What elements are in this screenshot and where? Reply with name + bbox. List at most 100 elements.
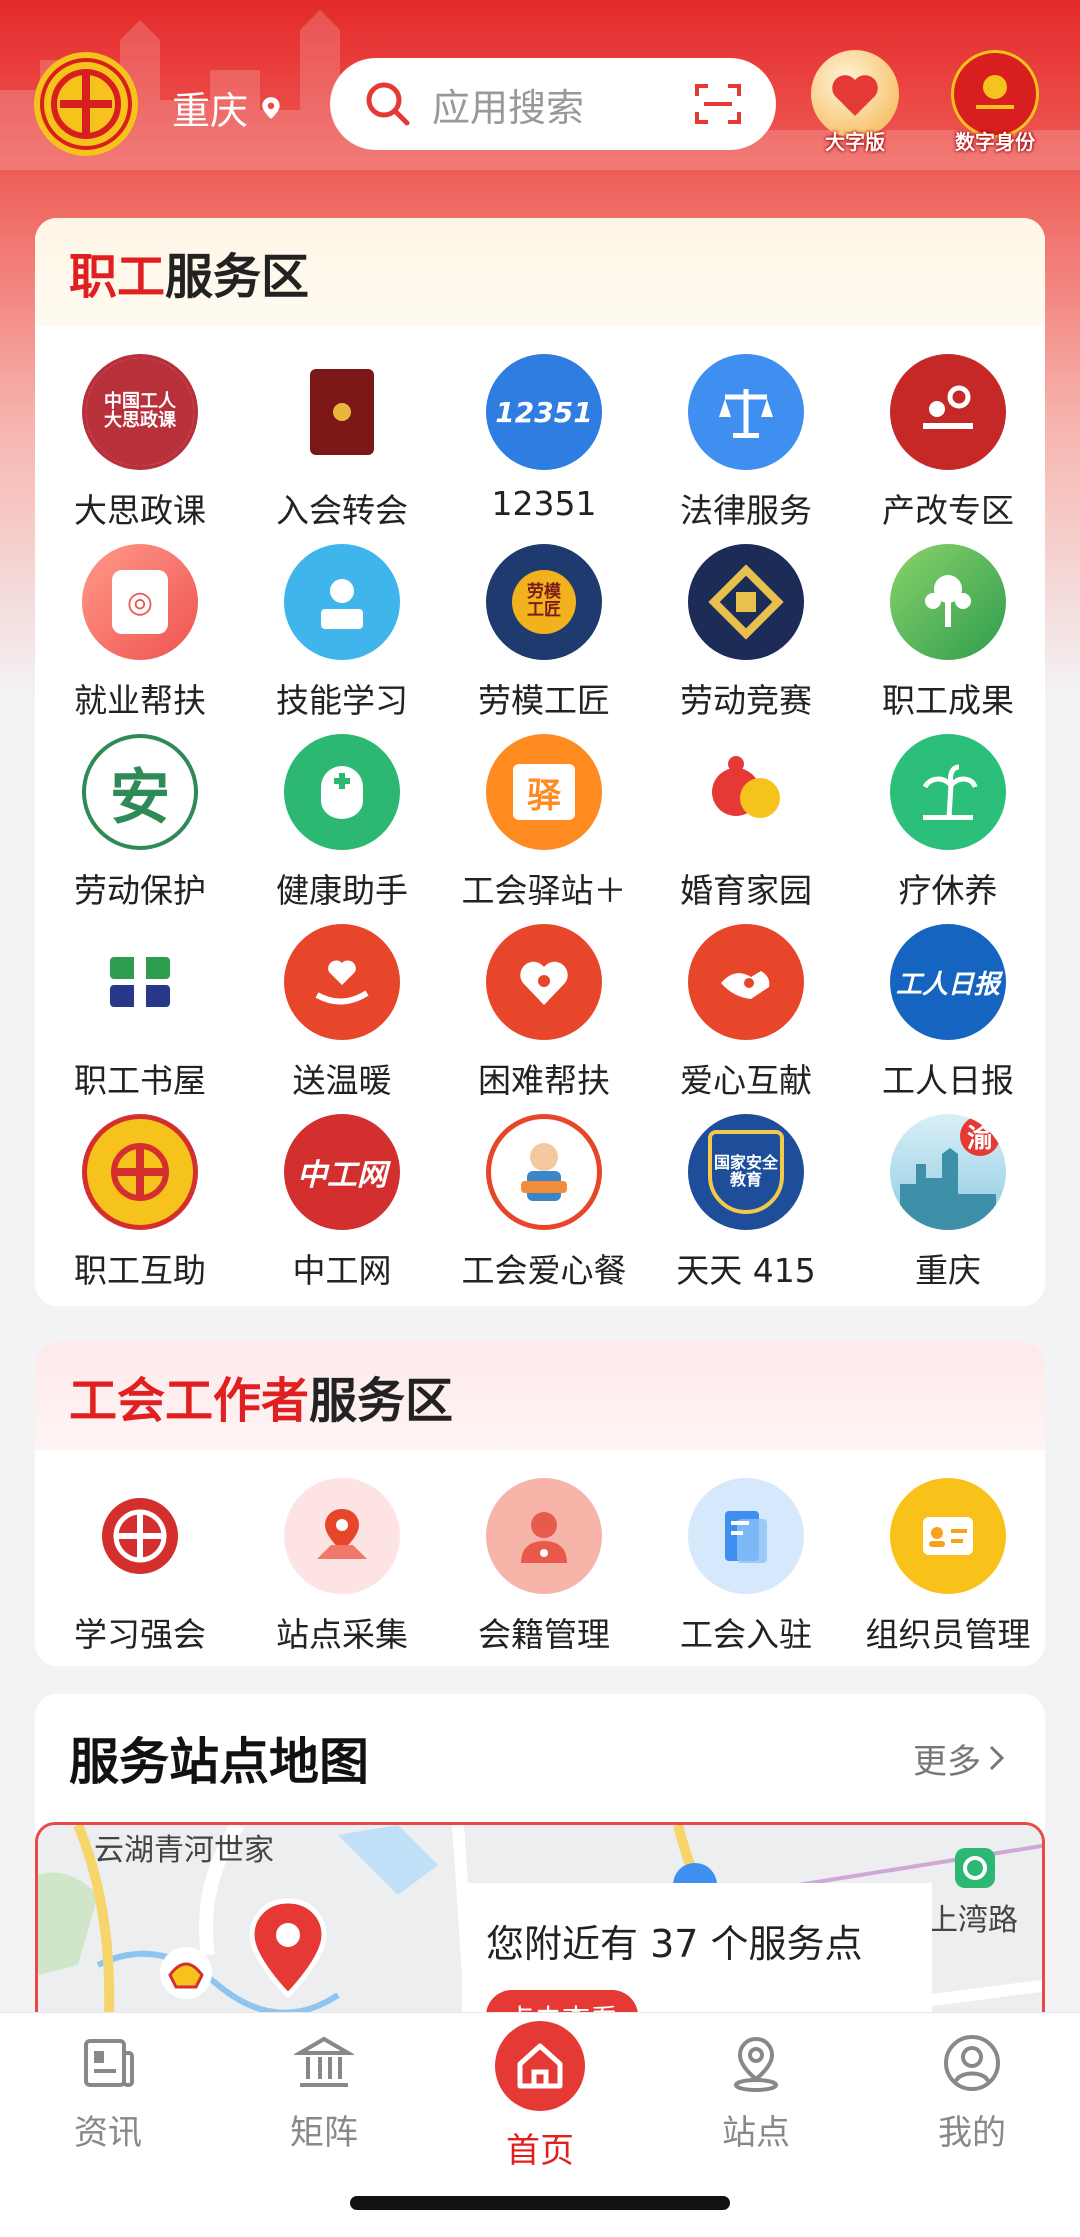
grid-item-employment[interactable]: ◎ 就业帮扶 xyxy=(39,544,241,734)
grid-item-health-assistant[interactable]: 健康助手 xyxy=(241,734,443,924)
grid-item-love-donation[interactable]: 爱心互献 xyxy=(645,924,847,1114)
news-icon xyxy=(84,2039,134,2087)
grid-item-union-settle[interactable]: 工会入驻 xyxy=(645,1478,847,1666)
membership-manage-icon xyxy=(486,1478,602,1594)
chongqing-icon: 渝 xyxy=(890,1114,1006,1230)
union-worker-service-zone: 工会工作者 服务区 学习强会 站点采集 会籍管理 工会入驻 组织员管理 xyxy=(35,1342,1045,1666)
tab-news[interactable]: 资讯 xyxy=(18,2033,198,2154)
grid-item-skill-learning[interactable]: 技能学习 xyxy=(241,544,443,734)
location-pin-icon xyxy=(262,96,280,119)
station-icon xyxy=(734,2036,778,2092)
search-placeholder: 应用搜索 xyxy=(432,85,585,130)
matrix-icon xyxy=(294,2036,354,2087)
grid-item-workers-daily[interactable]: 工人日报 工人日报 xyxy=(847,924,1045,1114)
workers-daily-icon: 工人日报 xyxy=(890,924,1006,1040)
union-meal-icon xyxy=(486,1114,602,1230)
grid-item-recuperation[interactable]: 疗休养 xyxy=(847,734,1045,924)
grid-item-model-worker[interactable]: 劳模 工匠 劳模工匠 xyxy=(443,544,645,734)
hardship-aid-icon xyxy=(486,924,602,1040)
union-zone-grid: 学习强会 站点采集 会籍管理 工会入驻 组织员管理 xyxy=(35,1450,1045,1666)
study-union-icon xyxy=(82,1478,198,1594)
map-marker-icon[interactable] xyxy=(238,1895,338,2005)
union-logo-icon xyxy=(34,52,138,156)
top-header: 重庆 应用搜索 大字版 数字身份 xyxy=(0,38,1080,178)
membership-book-icon xyxy=(284,354,400,470)
large-font-button[interactable]: 大字版 xyxy=(800,50,910,180)
grid-item-send-warmth[interactable]: 送温暖 xyxy=(241,924,443,1114)
map-place-label: 云湖青河世家 xyxy=(94,1833,274,1868)
site-collect-icon xyxy=(284,1478,400,1594)
grid-item-chongqing[interactable]: 渝 重庆 xyxy=(847,1114,1045,1304)
grid-item-labor-protection[interactable]: 安 劳动保护 xyxy=(39,734,241,924)
marriage-family-icon xyxy=(688,734,804,850)
love-donation-icon xyxy=(688,924,804,1040)
national-security-icon: 国家安全教育 xyxy=(688,1114,804,1230)
scan-icon[interactable] xyxy=(694,82,742,126)
search-icon xyxy=(366,82,410,126)
home-indicator xyxy=(350,2196,730,2210)
grid-item-legal-service[interactable]: 法律服务 xyxy=(645,354,847,544)
digital-id-button[interactable]: 数字身份 xyxy=(940,50,1050,180)
grid-item-mutual-aid[interactable]: 职工互助 xyxy=(39,1114,241,1304)
grid-item-worker-library[interactable]: 职工书屋 xyxy=(39,924,241,1114)
search-bar[interactable]: 应用搜索 xyxy=(330,58,776,150)
nearby-count-text: 您附近有 37 个服务点 xyxy=(486,1922,863,1966)
grid-item-membership-transfer[interactable]: 入会转会 xyxy=(241,354,443,544)
scale-icon xyxy=(688,354,804,470)
labor-contest-icon xyxy=(688,544,804,660)
worker-library-icon xyxy=(82,924,198,1040)
model-worker-medal-icon: 劳模 工匠 xyxy=(486,544,602,660)
ideology-course-icon: 中国工人 大思政课 xyxy=(82,354,198,470)
health-assistant-icon xyxy=(284,734,400,850)
city-selector[interactable]: 重庆 xyxy=(172,80,284,135)
union-station-icon: 驿 xyxy=(486,734,602,850)
transit-icon xyxy=(955,1848,995,1888)
large-font-label: 大字版 xyxy=(825,130,885,154)
grid-item-12351[interactable]: 12351 12351 xyxy=(443,354,645,544)
recuperation-icon xyxy=(890,734,1006,850)
grid-item-worker-achievement[interactable]: 职工成果 xyxy=(847,544,1045,734)
profile-icon xyxy=(944,2035,1000,2091)
worker-zone-grid: 中国工人 大思政课 大思政课 入会转会 12351 12351 法律服务 产改专区 xyxy=(35,326,1045,1304)
union-zone-title: 工会工作者 服务区 xyxy=(35,1342,1045,1450)
organizer-manage-icon xyxy=(890,1478,1006,1594)
grid-item-site-collect[interactable]: 站点采集 xyxy=(241,1478,443,1666)
digital-id-icon xyxy=(951,50,1039,138)
labor-protection-icon: 安 xyxy=(82,734,198,850)
tab-home[interactable]: 首页 xyxy=(450,2021,630,2172)
grid-item-organizer-manage[interactable]: 组织员管理 xyxy=(847,1478,1045,1666)
tab-matrix[interactable]: 矩阵 xyxy=(234,2033,414,2154)
grid-item-ideology-course[interactable]: 中国工人 大思政课 大思政课 xyxy=(39,354,241,544)
more-link[interactable]: 更多 xyxy=(913,1734,1011,1783)
grid-item-membership-manage[interactable]: 会籍管理 xyxy=(443,1478,645,1666)
grid-item-marriage-family[interactable]: 婚育家园 xyxy=(645,734,847,924)
grid-item-labor-contest[interactable]: 劳动竞赛 xyxy=(645,544,847,734)
chevron-right-icon xyxy=(989,1745,1005,1771)
map-section-title: 服务站点地图 xyxy=(69,1733,369,1791)
grid-item-study-union[interactable]: 学习强会 xyxy=(39,1478,241,1666)
grid-item-union-station[interactable]: 驿 工会驿站＋ xyxy=(443,734,645,924)
tab-station[interactable]: 站点 xyxy=(666,2033,846,2154)
send-warmth-icon xyxy=(284,924,400,1040)
grid-item-workercn[interactable]: 中工网 中工网 xyxy=(241,1114,443,1304)
gas-station-icon xyxy=(160,1947,212,1999)
grid-item-hardship-aid[interactable]: 困难帮扶 xyxy=(443,924,645,1114)
mutual-aid-icon xyxy=(82,1114,198,1230)
grid-item-union-meal[interactable]: 工会爱心餐 xyxy=(443,1114,645,1304)
home-icon xyxy=(495,2021,585,2111)
digital-id-label: 数字身份 xyxy=(955,130,1035,154)
worker-achievement-icon xyxy=(890,544,1006,660)
map-place-label: 上湾路 xyxy=(928,1903,1018,1938)
map-section-header: 服务站点地图 更多 xyxy=(35,1694,1045,1822)
heart-hands-icon xyxy=(811,50,899,138)
grid-item-daily-415[interactable]: 国家安全教育 天天 415 xyxy=(645,1114,847,1304)
worker-zone-title: 职工 服务区 xyxy=(35,218,1045,326)
grid-item-industry-reform[interactable]: 产改专区 xyxy=(847,354,1045,544)
tab-profile[interactable]: 我的 xyxy=(882,2033,1062,2154)
employment-icon: ◎ xyxy=(82,544,198,660)
city-name: 重庆 xyxy=(172,89,249,133)
union-settle-icon xyxy=(688,1478,804,1594)
industry-reform-icon xyxy=(890,354,1006,470)
skill-learning-icon xyxy=(284,544,400,660)
hotline-12351-icon: 12351 xyxy=(486,354,602,470)
